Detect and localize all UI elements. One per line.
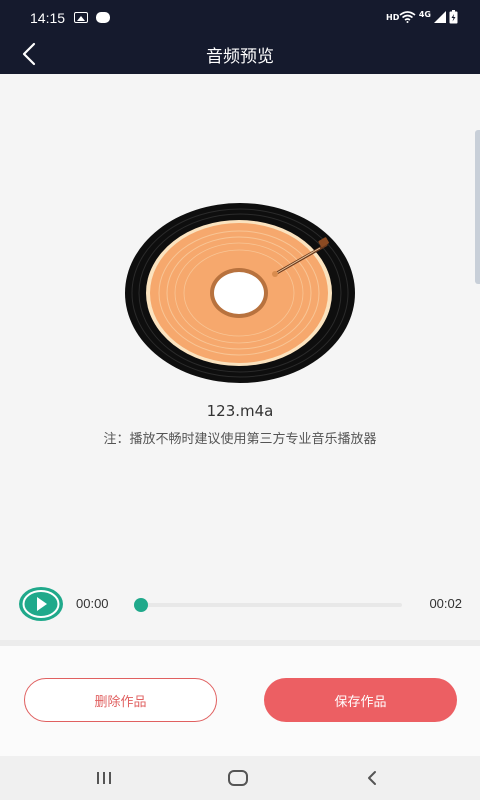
audio-filename: 123.m4a (206, 402, 274, 420)
system-back-button[interactable] (352, 764, 392, 792)
audio-player: 00:00 00:02 (0, 584, 480, 624)
signal-icon (434, 11, 446, 23)
save-button[interactable]: 保存作品 (264, 678, 457, 722)
scroll-indicator[interactable] (475, 130, 480, 284)
image-icon (74, 12, 88, 23)
status-time: 14:15 (30, 10, 66, 26)
top-bar: 14:15 HD 4G 音频预览 (0, 0, 480, 74)
delete-button[interactable]: 删除作品 (24, 678, 217, 722)
vinyl-disc-illustration (125, 203, 355, 383)
action-bar: 删除作品 保存作品 (0, 646, 480, 756)
battery-charging-icon (449, 10, 458, 24)
playback-note: 注：播放不畅时建议使用第三方专业音乐播放器 (103, 432, 377, 447)
app-header: 音频预览 (0, 34, 480, 74)
progress-thumb[interactable] (134, 598, 148, 612)
play-button[interactable] (18, 586, 64, 622)
home-icon (228, 770, 248, 786)
progress-track[interactable] (134, 598, 402, 612)
system-nav-bar (0, 756, 480, 800)
preview-area: 123.m4a 注：播放不畅时建议使用第三方专业音乐播放器 00:00 00:0… (0, 74, 480, 640)
recent-apps-button[interactable] (84, 764, 124, 792)
notification-icon (96, 12, 110, 23)
recent-apps-icon (97, 772, 111, 784)
status-bar: 14:15 HD 4G (0, 0, 480, 34)
network-type: 4G (418, 9, 431, 19)
home-button[interactable] (218, 764, 258, 792)
current-time: 00:00 (76, 596, 109, 611)
duration: 00:02 (429, 596, 462, 611)
play-icon (19, 587, 63, 621)
back-icon (368, 771, 376, 785)
page-title: 音频预览 (206, 47, 274, 67)
wifi-icon (399, 11, 416, 23)
hd-badge: HD (386, 13, 400, 22)
